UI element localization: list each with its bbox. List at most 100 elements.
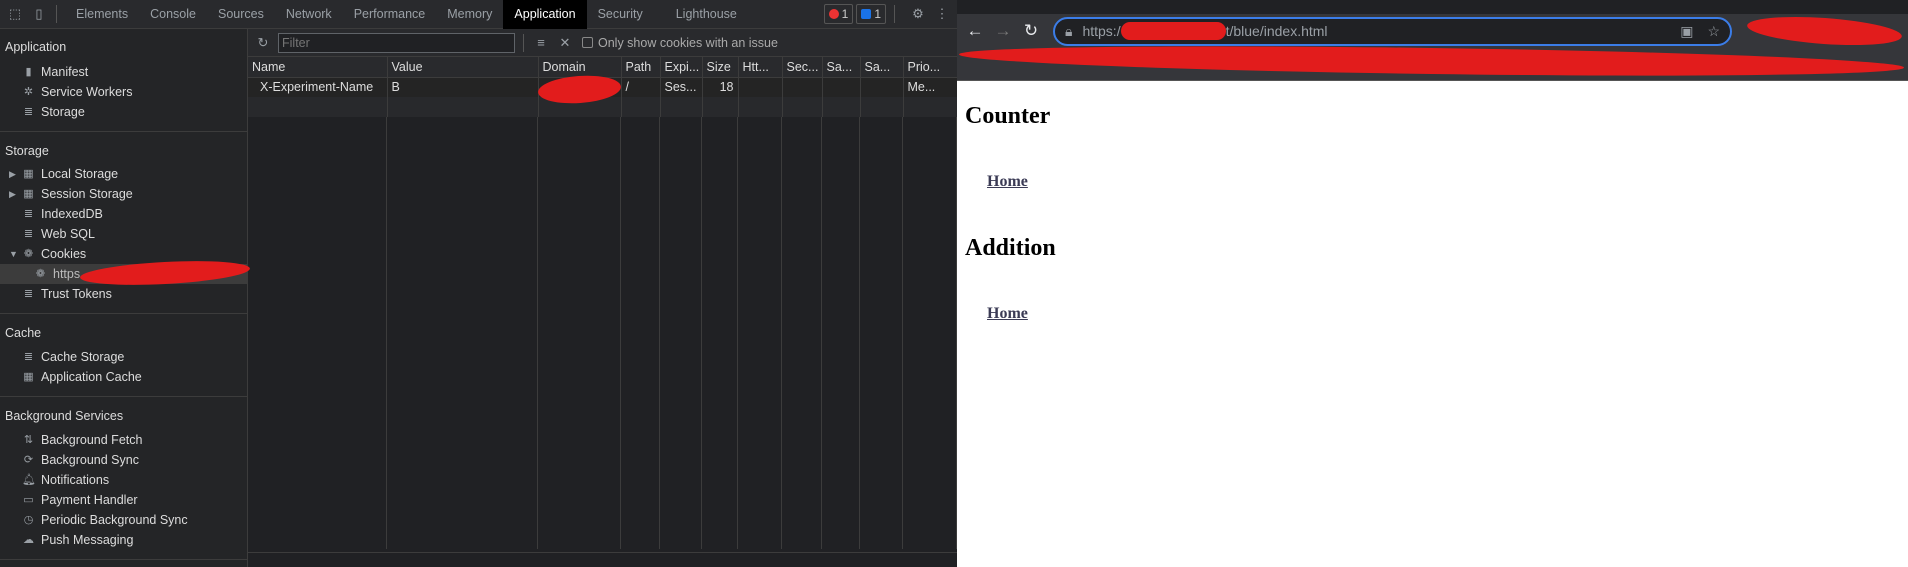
table-row-empty (248, 97, 958, 117)
sidebar-item-notifications[interactable]: 🔔︎ Notifications (0, 470, 247, 490)
clock-icon: ◷ (23, 514, 34, 526)
section-application: Application (5, 40, 67, 54)
delete-icon[interactable]: ✕ (556, 34, 574, 52)
column-header[interactable]: Expi... (660, 57, 703, 78)
grid-icon: ▦ (23, 371, 34, 383)
sidebar-item-cache-storage[interactable]: ≣ Cache Storage (0, 347, 247, 367)
sidebar-item-local-storage[interactable]: ▶ ▦ Local Storage (0, 164, 247, 184)
sidebar-item-indexeddb[interactable]: ≣ IndexedDB (0, 204, 247, 224)
sidebar-item-web-sql[interactable]: ≣ Web SQL (0, 224, 247, 244)
more-options-icon[interactable]: ⋮ (933, 5, 951, 23)
back-icon[interactable]: ← (961, 21, 989, 41)
messages-badge[interactable]: 1 (856, 4, 886, 24)
column-header[interactable]: Path (621, 57, 661, 78)
cookies-toolbar: ↻ ≡ ✕ Only show cookies with an issue (248, 29, 957, 57)
sidebar-item-periodic-background-sync[interactable]: ◷ Periodic Background Sync (0, 510, 247, 530)
database-icon: ≣ (23, 228, 34, 240)
label: Trust Tokens (41, 287, 112, 301)
tab-sources[interactable]: Sources (207, 0, 275, 29)
refresh-icon[interactable]: ↻ (254, 34, 272, 52)
label: Manifest (41, 65, 89, 79)
tab-application[interactable]: Application (503, 0, 587, 29)
filter-input[interactable] (278, 32, 515, 53)
qr-code-icon[interactable]: ▣ (1680, 23, 1693, 40)
tab-console[interactable]: Console (139, 0, 207, 29)
errors-badge[interactable]: 1 (823, 4, 854, 24)
sidebar-item-service-workers[interactable]: ✲ Service Workers (0, 82, 247, 102)
home-link[interactable]: Home (987, 305, 1900, 325)
column-filler (860, 117, 903, 549)
column-header[interactable]: Domain (538, 57, 622, 78)
sidebar-item-payment-handler[interactable]: ▭ Payment Handler (0, 490, 247, 510)
table-cell (782, 97, 823, 117)
column-header[interactable]: Sa... (822, 57, 861, 78)
column-header[interactable]: Sa... (860, 57, 904, 78)
sidebar-item-storage[interactable]: ≣ Storage (0, 102, 247, 122)
devtools-tab-bar: ⬚ ▯ Elements Console Sources Network Per… (0, 0, 957, 29)
tab-lighthouse[interactable]: Lighthouse (654, 0, 748, 29)
expand-arrow-icon[interactable]: ▶ (9, 184, 16, 204)
cookie-icon: ❁ (35, 268, 46, 280)
tab-elements[interactable]: Elements (65, 0, 139, 29)
table-cell (903, 97, 958, 117)
tab-network[interactable]: Network (275, 0, 343, 29)
home-link[interactable]: Home (987, 173, 1900, 193)
label: Web SQL (41, 227, 95, 241)
sidebar-item-application-cache[interactable]: ▦ Application Cache (0, 367, 247, 387)
collapse-arrow-icon[interactable]: ▼ (9, 244, 18, 264)
sidebar-item-background-sync[interactable]: ⟳ Background Sync (0, 450, 247, 470)
sidebar-item-manifest[interactable]: ▮ Manifest (0, 62, 247, 82)
column-header[interactable]: Name (248, 57, 388, 78)
divider (0, 313, 247, 314)
only-issues-checkbox[interactable] (582, 37, 593, 48)
tab-security[interactable]: Security (587, 0, 654, 29)
gear-icon[interactable]: ⚙ (909, 5, 927, 23)
divider (523, 33, 524, 52)
bookmark-star-icon[interactable]: ☆ (1707, 23, 1720, 40)
sidebar-item-background-fetch[interactable]: ⇅ Background Fetch (0, 430, 247, 450)
label: Background Sync (41, 453, 139, 467)
inspect-element-icon[interactable]: ⬚ (6, 5, 24, 23)
divider (248, 552, 957, 553)
grid-icon: ▦ (23, 188, 34, 200)
sidebar-item-push-messaging[interactable]: ☁ Push Messaging (0, 530, 247, 550)
column-filler (387, 117, 538, 549)
sidebar-item-trust-tokens[interactable]: ≣ Trust Tokens (0, 284, 247, 304)
bell-icon: 🔔︎ (22, 474, 36, 486)
reload-icon[interactable]: ↻ (1017, 21, 1045, 41)
address-bar[interactable]: 🔒︎ https:/ t/blue/index.html ▣ ☆ (1053, 16, 1732, 46)
browser-tab-strip (957, 0, 1908, 14)
tab-performance[interactable]: Performance (343, 0, 437, 29)
column-header[interactable]: Htt... (738, 57, 783, 78)
clear-filtered-cookies-icon[interactable]: ≡ (532, 34, 550, 52)
label: https (53, 267, 81, 281)
table-cell: Ses... (660, 77, 703, 97)
sidebar-item-session-storage[interactable]: ▶ ▦ Session Storage (0, 184, 247, 204)
column-header[interactable]: Value (387, 57, 539, 78)
tab-memory[interactable]: Memory (436, 0, 503, 29)
column-header[interactable]: Sec... (782, 57, 823, 78)
expand-arrow-icon[interactable]: ▶ (9, 164, 16, 184)
forward-icon[interactable]: → (989, 21, 1017, 41)
cookie-icon: ❁ (23, 248, 34, 260)
message-count: 1 (874, 7, 881, 21)
column-filler (782, 117, 822, 549)
database-icon: ≣ (23, 208, 34, 220)
label: Storage (41, 105, 85, 119)
gear-icon: ✲ (23, 86, 34, 98)
column-header[interactable]: Prio... (903, 57, 958, 78)
card-icon: ▭ (23, 494, 34, 506)
file-icon: ▮ (25, 66, 32, 78)
divider (0, 559, 247, 560)
label: Push Messaging (41, 533, 134, 547)
table-cell (738, 97, 783, 117)
table-cell (387, 97, 539, 117)
label: Cookies (41, 247, 87, 261)
label: Notifications (41, 473, 110, 487)
column-header[interactable]: Size (702, 57, 739, 78)
device-toolbar-icon[interactable]: ▯ (30, 5, 48, 23)
label: Service Workers (41, 85, 133, 99)
table-cell (621, 97, 661, 117)
browser-window: ← → ↻ 🔒︎ https:/ t/blue/index.html ▣ ☆ C… (957, 0, 1908, 567)
table-cell (660, 97, 703, 117)
